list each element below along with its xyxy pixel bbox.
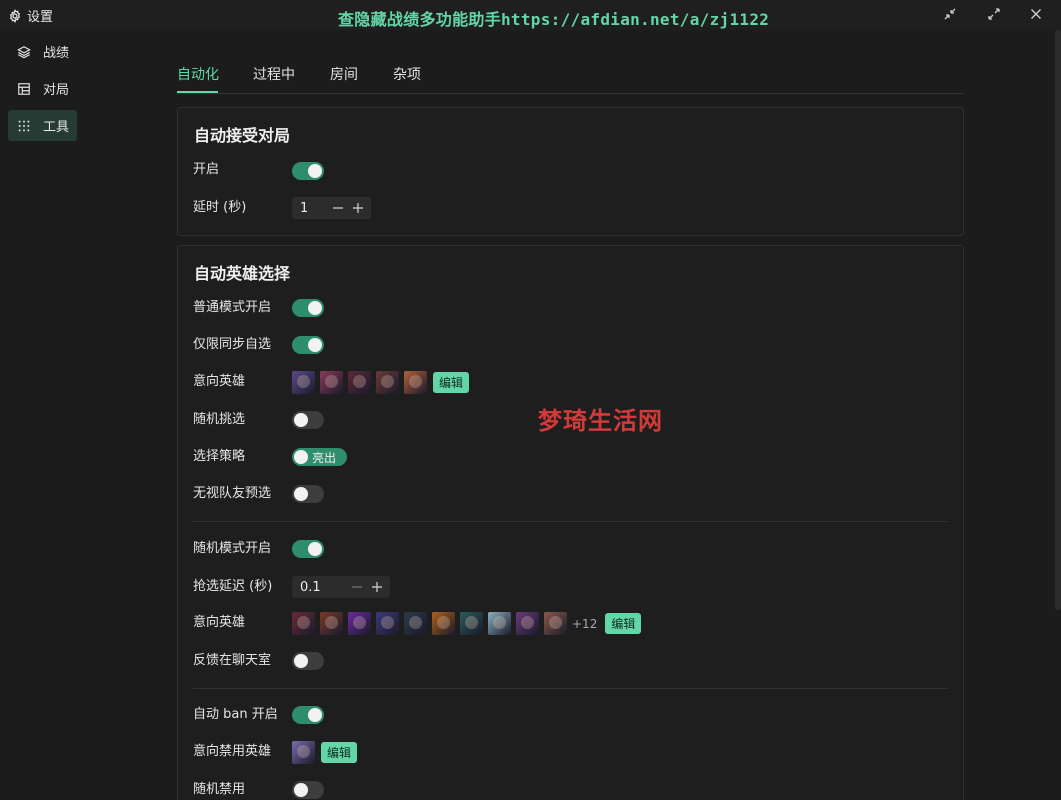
grab-delay-label: 抢选延迟 (秒) xyxy=(193,579,273,594)
plus-icon[interactable] xyxy=(370,580,384,594)
tab-automation[interactable]: 自动化 xyxy=(177,64,219,84)
expand-icon xyxy=(988,8,1000,20)
random-pick-label: 随机挑选 xyxy=(193,412,246,427)
tab-misc[interactable]: 杂项 xyxy=(393,64,421,84)
grab-delay-stepper[interactable]: 0.1 xyxy=(292,576,390,598)
collapse-icon xyxy=(944,8,956,20)
aram-intent-label: 意向英雄 xyxy=(193,615,246,630)
champion-avatar xyxy=(432,612,455,635)
random-pick-switch[interactable] xyxy=(292,411,324,429)
delay-stepper[interactable]: 1 xyxy=(292,197,371,219)
settings-title[interactable]: 设置 xyxy=(8,6,53,25)
board-icon xyxy=(18,82,30,95)
ban-intent-label: 意向禁用英雄 xyxy=(193,744,272,759)
sync-only-switch[interactable] xyxy=(292,336,324,354)
champion-avatar xyxy=(292,612,315,635)
tab-room[interactable]: 房间 xyxy=(330,64,358,84)
grab-delay-value: 0.1 xyxy=(300,579,321,595)
champion-avatar xyxy=(348,612,371,635)
champion-avatar xyxy=(348,371,371,394)
sidebar-item-label: 战绩 xyxy=(43,46,70,61)
ignore-teammate-switch[interactable] xyxy=(292,485,324,503)
champion-avatar xyxy=(320,612,343,635)
edit-button[interactable]: 编辑 xyxy=(433,372,470,393)
scrollbar[interactable] xyxy=(1055,30,1061,610)
settings-label: 设置 xyxy=(27,10,54,25)
intent-champions-label: 意向英雄 xyxy=(193,374,246,389)
strategy-value: 亮出 xyxy=(312,450,337,465)
sidebar-item-stats[interactable]: 战绩 xyxy=(8,36,77,67)
feedback-chat-label: 反馈在聊天室 xyxy=(193,653,272,668)
title-watermark: 查隐藏战绩多功能助手https://afdian.net/a/zj1122 xyxy=(338,10,770,29)
champion-avatar xyxy=(292,741,315,764)
sidebar-item-label: 工具 xyxy=(43,120,70,135)
sidebar-item-match[interactable]: 对局 xyxy=(8,73,77,104)
normal-mode-switch[interactable] xyxy=(292,299,324,317)
champion-avatar xyxy=(404,371,427,394)
ignore-teammate-label: 无视队友预选 xyxy=(193,486,272,501)
strategy-label: 选择策略 xyxy=(193,449,246,464)
tab-in-progress[interactable]: 过程中 xyxy=(253,64,295,84)
tab-bar: 自动化 过程中 房间 杂项 xyxy=(177,55,964,94)
random-ban-switch[interactable] xyxy=(292,781,324,799)
random-ban-label: 随机禁用 xyxy=(193,782,246,797)
minus-icon[interactable] xyxy=(331,201,345,215)
auto-ban-label: 自动 ban 开启 xyxy=(193,707,278,722)
delay-value: 1 xyxy=(300,200,309,216)
expand-button[interactable] xyxy=(986,6,1002,22)
champion-avatar xyxy=(544,612,567,635)
edit-button[interactable]: 编辑 xyxy=(605,613,642,634)
card-title: 自动英雄选择 xyxy=(194,264,291,283)
more-count: +12 xyxy=(572,616,598,631)
auto-accept-switch[interactable] xyxy=(292,162,324,180)
close-icon xyxy=(1031,9,1041,19)
edit-button[interactable]: 编辑 xyxy=(321,742,358,763)
sidebar-item-tools[interactable]: 工具 xyxy=(8,110,77,141)
sync-only-label: 仅限同步自选 xyxy=(193,337,272,352)
overlay-watermark: 梦琦生活网 xyxy=(538,407,663,435)
aram-mode-label: 随机模式开启 xyxy=(193,541,272,556)
layers-icon xyxy=(17,45,31,58)
minus-icon[interactable] xyxy=(350,580,364,594)
auto-ban-switch[interactable] xyxy=(292,706,324,724)
plus-icon[interactable] xyxy=(351,201,365,215)
gear-icon xyxy=(9,8,21,23)
champion-avatar xyxy=(516,612,539,635)
enable-label: 开启 xyxy=(193,162,220,177)
intent-champion-list: 编辑 xyxy=(292,371,470,394)
sidebar: 战绩 对局 工具 xyxy=(0,30,86,800)
normal-mode-label: 普通模式开启 xyxy=(193,300,272,315)
champion-avatar xyxy=(320,371,343,394)
card-title: 自动接受对局 xyxy=(194,126,291,145)
aram-champion-list: +12 编辑 xyxy=(292,612,642,635)
aram-mode-switch[interactable] xyxy=(292,540,324,558)
close-button[interactable] xyxy=(1028,6,1044,22)
delay-label: 延时 (秒) xyxy=(193,200,247,215)
champion-avatar xyxy=(376,371,399,394)
strategy-switch[interactable]: 亮出 xyxy=(292,448,347,466)
champion-avatar xyxy=(460,612,483,635)
champion-avatar xyxy=(488,612,511,635)
tab-active-indicator xyxy=(177,91,218,93)
champion-avatar xyxy=(404,612,427,635)
grid-dots-icon xyxy=(18,120,30,131)
ban-champion-list: 编辑 xyxy=(292,741,358,764)
champion-avatar xyxy=(376,612,399,635)
divider xyxy=(193,521,948,522)
title-bar: 设置 查隐藏战绩多功能助手https://afdian.net/a/zj1122 xyxy=(0,0,1061,30)
sidebar-item-label: 对局 xyxy=(43,83,70,98)
divider xyxy=(193,688,948,689)
champion-avatar xyxy=(292,371,315,394)
feedback-chat-switch[interactable] xyxy=(292,652,324,670)
collapse-button[interactable] xyxy=(942,6,958,22)
